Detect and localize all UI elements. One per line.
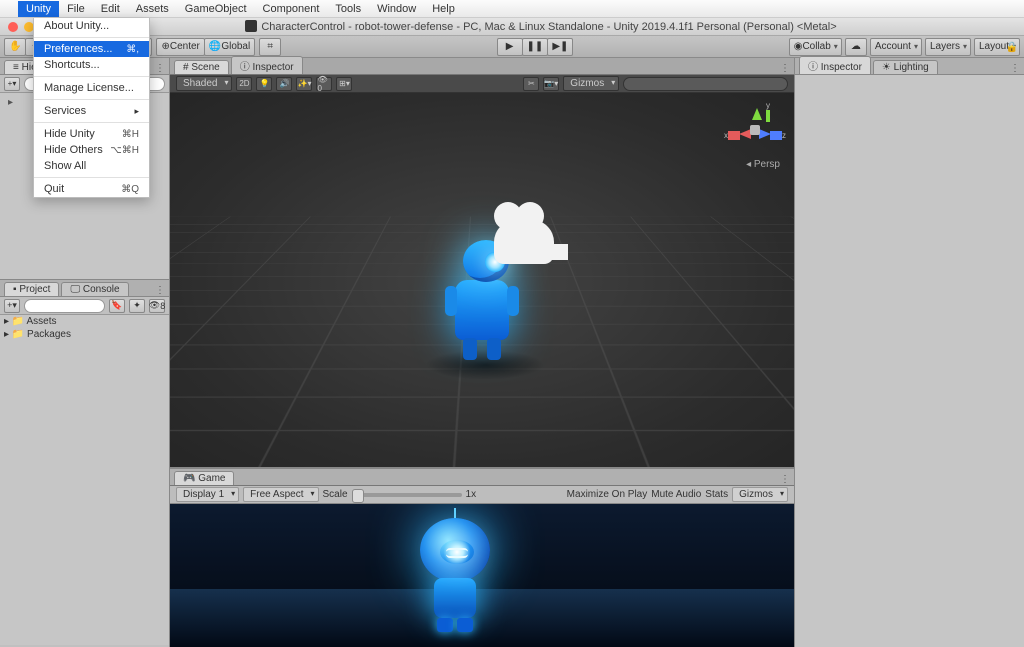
scene-robot-character bbox=[455, 280, 509, 340]
filter-type-icon[interactable]: ✦ bbox=[129, 299, 145, 313]
menubar-assets[interactable]: Assets bbox=[128, 1, 177, 17]
game-gizmos-dropdown[interactable]: Gizmos bbox=[732, 487, 788, 502]
menu-services[interactable]: Services▸ bbox=[34, 103, 149, 119]
game-tab[interactable]: 🎮 Game bbox=[174, 471, 234, 485]
game-robot-character bbox=[420, 518, 490, 635]
draw-mode-dropdown[interactable]: Shaded bbox=[176, 76, 232, 91]
cloud-button[interactable]: ☁ bbox=[845, 38, 867, 56]
menu-manage-license[interactable]: Manage License... bbox=[34, 80, 149, 96]
window-close-button[interactable] bbox=[8, 22, 18, 32]
menubar-edit[interactable]: Edit bbox=[93, 1, 128, 17]
menu-hide-unity[interactable]: Hide Unity⌘H bbox=[34, 126, 149, 142]
project-folder-packages[interactable]: Packages bbox=[0, 328, 169, 341]
projection-label[interactable]: Persp bbox=[746, 159, 780, 170]
project-search-input[interactable] bbox=[24, 299, 105, 313]
stats-toggle[interactable]: Stats bbox=[705, 489, 728, 500]
window-titlebar: CharacterControl - robot-tower-defense -… bbox=[0, 18, 1024, 36]
scene-grid-icon[interactable]: ⊞▾ bbox=[336, 77, 352, 91]
menubar-file[interactable]: File bbox=[59, 1, 93, 17]
panel-menu-icon[interactable]: ⋮ bbox=[780, 474, 794, 485]
panel-menu-icon[interactable]: ⋮ bbox=[155, 285, 169, 296]
scene-audio-icon[interactable]: 🔊 bbox=[276, 77, 292, 91]
project-folder-assets[interactable]: Assets bbox=[0, 315, 169, 328]
menubar-tools[interactable]: Tools bbox=[327, 1, 369, 17]
unity-icon bbox=[245, 20, 257, 32]
panel-menu-icon[interactable]: ⋮ bbox=[1010, 63, 1024, 74]
project-tab[interactable]: ▪ Project bbox=[4, 282, 59, 296]
lock-icon[interactable]: 🔒 bbox=[1006, 42, 1018, 53]
console-tab[interactable]: 🖵 Console bbox=[61, 282, 128, 296]
game-aspect-dropdown[interactable]: Free Aspect bbox=[243, 487, 318, 502]
lighting-tab[interactable]: ☀ Lighting bbox=[873, 60, 938, 74]
scene-toolbar: Shaded 2D 💡 🔊 ✨▾ 👁0 ⊞▾ ✂ 📷▾ Gizmos bbox=[170, 75, 794, 93]
snap-button[interactable]: ⌗ bbox=[259, 38, 281, 56]
game-toolbar: Display 1 Free Aspect Scale 1x Maximize … bbox=[170, 486, 794, 504]
panel-menu-icon[interactable]: ⋮ bbox=[155, 63, 169, 74]
menubar-component[interactable]: Component bbox=[255, 1, 328, 17]
menu-show-all[interactable]: Show All bbox=[34, 158, 149, 174]
scene-fx-icon[interactable]: ✨▾ bbox=[296, 77, 312, 91]
menubar-gameobject[interactable]: GameObject bbox=[177, 1, 255, 17]
scene-viewport[interactable]: y x z Persp bbox=[170, 93, 794, 467]
pivot-center-button[interactable]: ⊕ Center bbox=[156, 38, 204, 56]
menu-hide-others[interactable]: Hide Others⌥⌘H bbox=[34, 142, 149, 158]
scene-visibility-icon[interactable]: 👁0 bbox=[316, 77, 332, 91]
unity-toolbar: ✋ ✥ ↻ ⤢ ▭ ✦ ✱ ⊕ Center 🌐 Global ⌗ ▶ ❚❚ ▶… bbox=[0, 36, 1024, 58]
menu-quit[interactable]: Quit⌘Q bbox=[34, 181, 149, 197]
layers-dropdown[interactable]: Layers bbox=[925, 38, 971, 56]
panel-menu-icon[interactable]: ⋮ bbox=[780, 63, 794, 74]
scene-tab[interactable]: # Scene bbox=[174, 60, 229, 74]
scale-value: 1x bbox=[466, 489, 477, 500]
menu-preferences[interactable]: Preferences...⌘, bbox=[34, 41, 149, 57]
macos-menubar: Unity File Edit Assets GameObject Compon… bbox=[0, 0, 1024, 18]
menubar-window[interactable]: Window bbox=[369, 1, 424, 17]
account-dropdown[interactable]: Account bbox=[870, 38, 922, 56]
menu-about-unity[interactable]: About Unity... bbox=[34, 18, 149, 34]
mute-audio-toggle[interactable]: Mute Audio bbox=[651, 489, 701, 500]
scene-inspector-tab[interactable]: ⓘ Inspector bbox=[231, 56, 303, 74]
menubar-help[interactable]: Help bbox=[424, 1, 463, 17]
inspector-body bbox=[795, 75, 1024, 647]
camera-gizmo-icon[interactable] bbox=[494, 220, 554, 264]
maximize-on-play-toggle[interactable]: Maximize On Play bbox=[567, 489, 648, 500]
hidden-count[interactable]: 👁8 bbox=[149, 299, 165, 313]
project-tree: Assets Packages bbox=[0, 315, 169, 645]
menubar-unity[interactable]: Unity bbox=[18, 1, 59, 17]
hierarchy-create-button[interactable]: +▾ bbox=[4, 77, 20, 91]
hand-tool-button[interactable]: ✋ bbox=[4, 38, 26, 56]
game-viewport[interactable] bbox=[170, 504, 794, 647]
menu-shortcuts[interactable]: Shortcuts... bbox=[34, 57, 149, 73]
play-button[interactable]: ▶ bbox=[497, 38, 523, 56]
scene-lighting-icon[interactable]: 💡 bbox=[256, 77, 272, 91]
scene-2d-toggle[interactable]: 2D bbox=[236, 77, 252, 91]
scene-tools-icon[interactable]: ✂ bbox=[523, 77, 539, 91]
unity-menu-dropdown: About Unity... Preferences...⌘, Shortcut… bbox=[33, 18, 150, 198]
scene-camera-icon[interactable]: 📷▾ bbox=[543, 77, 559, 91]
window-title: CharacterControl - robot-tower-defense -… bbox=[58, 20, 1024, 33]
game-scale-slider[interactable] bbox=[352, 493, 462, 497]
inspector-tab[interactable]: ⓘ Inspector bbox=[799, 56, 871, 74]
pivot-global-button[interactable]: 🌐 Global bbox=[204, 38, 255, 56]
project-create-button[interactable]: +▾ bbox=[4, 299, 20, 313]
orientation-gizmo[interactable]: y x z bbox=[730, 103, 780, 153]
scene-search-input[interactable] bbox=[623, 77, 788, 91]
step-button[interactable]: ▶❚ bbox=[547, 38, 573, 56]
scale-label: Scale bbox=[323, 489, 348, 500]
game-display-dropdown[interactable]: Display 1 bbox=[176, 487, 239, 502]
scene-gizmos-dropdown[interactable]: Gizmos bbox=[563, 76, 619, 91]
filter-favorites-icon[interactable]: 🔖 bbox=[109, 299, 125, 313]
collab-dropdown[interactable]: ◉ Collab bbox=[789, 38, 842, 56]
pause-button[interactable]: ❚❚ bbox=[522, 38, 549, 56]
